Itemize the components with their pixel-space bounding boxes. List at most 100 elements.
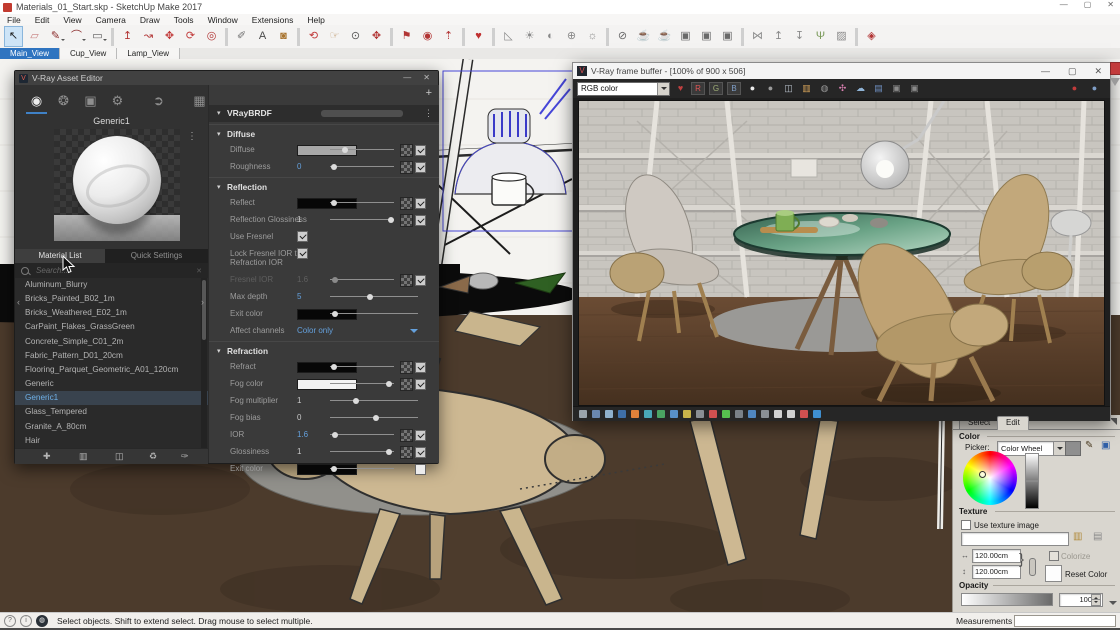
rendered-image[interactable]	[578, 100, 1105, 406]
vray-asset-editor-button[interactable]: ♥	[469, 26, 488, 47]
select-tool[interactable]: ↖	[4, 26, 23, 47]
material-list-item[interactable]: Generic1	[15, 391, 208, 405]
section-arrow-icon[interactable]: ▾	[217, 130, 221, 138]
asset-editor-titlebar[interactable]: V V-Ray Asset Editor —✕	[15, 71, 438, 86]
fb-exposure-icon[interactable]	[709, 410, 717, 418]
material-list-item[interactable]: Concrete_Simple_C01_2m	[15, 335, 208, 349]
sun-light-icon[interactable]: ☀	[520, 26, 539, 47]
fb-minimize-button[interactable]: —	[1041, 66, 1050, 77]
texture-map-icon[interactable]	[400, 214, 413, 227]
param-checkbox[interactable]	[415, 430, 426, 441]
interactive-render-icon[interactable]: ➲	[145, 88, 172, 114]
menu-item[interactable]: Window	[201, 15, 245, 25]
brdf-header[interactable]: ▾ VRayBRDF ⋮	[209, 105, 439, 122]
rotate-tool[interactable]: ⟳	[181, 26, 200, 47]
add-material-icon[interactable]: ✚	[43, 449, 51, 464]
import-proxy-icon[interactable]: ↧	[790, 26, 809, 47]
channel-dropdown-arrow[interactable]	[657, 83, 669, 95]
current-color-swatch[interactable]	[1065, 441, 1081, 456]
materials-tab-icon[interactable]: ◉	[23, 88, 50, 114]
fb-proportion-icon[interactable]	[748, 410, 756, 418]
material-list-item[interactable]: Hair	[15, 434, 208, 448]
menu-item[interactable]: Edit	[28, 15, 57, 25]
browse-texture-icon[interactable]: ▥	[1073, 531, 1082, 542]
region-render-icon[interactable]: ▣	[889, 81, 904, 95]
settings-tab-icon[interactable]: ⚙	[104, 88, 131, 114]
white-balance-icon[interactable]: ●	[745, 81, 760, 95]
text-tool[interactable]: A	[253, 26, 272, 47]
fb-close-button[interactable]: ✕	[1094, 66, 1102, 77]
follow-me-tool[interactable]: ↝	[139, 26, 158, 47]
docked-toolbar-icon[interactable]	[1110, 62, 1120, 75]
material-list-item[interactable]: Bricks_Painted_B02_1m	[15, 292, 208, 306]
texture-map-icon[interactable]	[400, 378, 413, 391]
menu-item[interactable]: Extensions	[245, 15, 301, 25]
pan-tool[interactable]: ☞	[325, 26, 344, 47]
dropdown-chevron-icon[interactable]	[410, 329, 418, 337]
menu-item[interactable]: File	[0, 15, 28, 25]
spot-light-icon[interactable]: ☼	[583, 26, 602, 47]
swap-scene-icon[interactable]: ⋈	[748, 26, 767, 47]
texture-file-field[interactable]	[961, 532, 1069, 546]
render-teapot-button[interactable]: ☕	[634, 26, 653, 47]
menu-item[interactable]: Camera	[89, 15, 133, 25]
reset-color-button[interactable]: Reset Color	[1065, 570, 1107, 579]
value-slider-top[interactable]	[1025, 453, 1039, 481]
param-checkbox[interactable]	[415, 447, 426, 458]
eraser-tool[interactable]: ▱	[25, 26, 44, 47]
quick-settings-tab[interactable]: Quick Settings	[105, 249, 208, 263]
fb-save-all-icon[interactable]	[813, 410, 821, 418]
param-slider[interactable]	[330, 166, 394, 167]
section-arrow-icon[interactable]: ▾	[217, 183, 221, 191]
param-slider[interactable]	[330, 219, 394, 220]
texture-preview-icon[interactable]: ▤	[1093, 531, 1102, 542]
texture-map-icon[interactable]	[400, 197, 413, 210]
fb-white-balance-icon[interactable]	[644, 410, 652, 418]
ae-close-button[interactable]: ✕	[423, 73, 430, 82]
param-value[interactable]: 1	[297, 215, 301, 224]
param-value[interactable]: 0	[297, 413, 301, 422]
texture-width-field[interactable]: 120.00cm	[972, 549, 1021, 563]
fb-stop-icon[interactable]	[800, 410, 808, 418]
close-button[interactable]: ✕	[1107, 0, 1114, 9]
param-slider[interactable]	[330, 149, 394, 150]
fur-icon[interactable]: Ψ	[811, 26, 830, 47]
purge-materials-icon[interactable]: ✑	[181, 449, 189, 464]
color-wheel[interactable]	[963, 451, 1017, 505]
geometry-tab-icon[interactable]: ▣	[77, 88, 104, 114]
fb-history-icon[interactable]	[761, 410, 769, 418]
collapse-arrow-icon[interactable]: ▾	[217, 109, 221, 117]
line-tool[interactable]: ✎	[46, 26, 65, 47]
dome-light-icon[interactable]: ◐	[541, 26, 560, 47]
export-proxy-icon[interactable]: ↥	[769, 26, 788, 47]
lights-tab-icon[interactable]: ❂	[50, 88, 77, 114]
material-list-item[interactable]: Fabric_Pattern_D01_20cm	[15, 349, 208, 363]
sphere-light-icon[interactable]: ⊕	[562, 26, 581, 47]
panel-icon[interactable]: ▤	[871, 81, 886, 95]
channel-dropdown[interactable]: RGB color	[577, 82, 670, 96]
color-wheel-cursor[interactable]	[979, 471, 986, 478]
param-checkbox[interactable]	[415, 198, 426, 209]
color-swatch[interactable]	[297, 309, 357, 320]
info-icon[interactable]: i	[20, 615, 32, 627]
texture-map-icon[interactable]	[400, 361, 413, 374]
texture-map-icon[interactable]	[400, 144, 413, 157]
param-slider[interactable]	[330, 417, 418, 418]
fb-lut-icon[interactable]	[735, 410, 743, 418]
param-slider[interactable]	[330, 313, 418, 314]
scene-tab[interactable]: Cup_View	[60, 48, 117, 59]
colorize-checkbox[interactable]	[1049, 551, 1059, 561]
tray-resize-icon[interactable]	[1110, 418, 1117, 425]
material-list-item[interactable]: Aluminum_Blurry	[15, 278, 208, 292]
param-checkbox[interactable]	[415, 379, 426, 390]
zoom-extents-tool[interactable]: ✥	[367, 26, 386, 47]
tray-collapse-icon[interactable]	[1109, 601, 1117, 609]
value-slider-bottom[interactable]	[1025, 481, 1039, 509]
red-channel-button[interactable]: R	[691, 82, 705, 95]
position-camera-tool[interactable]: ⚑	[397, 26, 416, 47]
param-value[interactable]: 1	[297, 396, 301, 405]
scene-tab[interactable]: Lamp_View	[117, 48, 180, 59]
texture-map-icon[interactable]	[400, 274, 413, 287]
opacity-slider[interactable]	[961, 593, 1053, 606]
menu-item[interactable]: Help	[300, 15, 331, 25]
